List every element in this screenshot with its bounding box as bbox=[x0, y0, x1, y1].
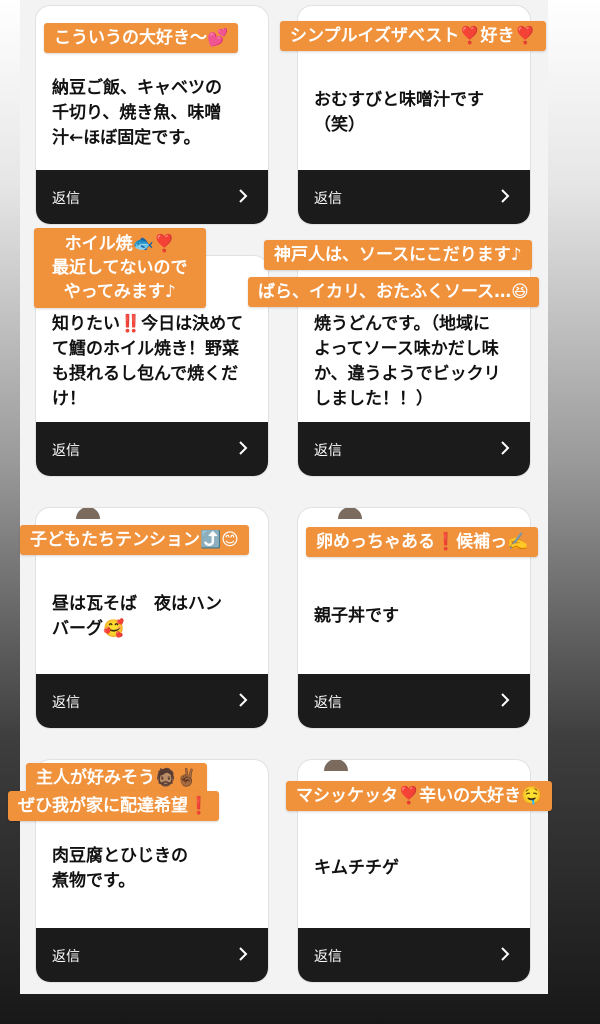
sticker-line: こういうの大好き〜💕 bbox=[54, 28, 229, 48]
avatar bbox=[338, 508, 362, 519]
avatar bbox=[324, 760, 348, 771]
caption-sticker: マシッケッタ❣️辛いの大好き🤤 bbox=[286, 781, 553, 811]
reply-label: 返信 bbox=[52, 949, 80, 965]
reply-bar[interactable]: 返信 bbox=[298, 928, 530, 982]
caption-sticker: ばら、イカリ、おたふくソース…😆 bbox=[248, 277, 539, 307]
reply-bar[interactable]: 返信 bbox=[36, 674, 268, 728]
reply-label: 返信 bbox=[52, 443, 80, 459]
caption-sticker: 神戸人は、ソースにこだります♪ bbox=[264, 240, 532, 270]
sticker-line: 卵めっちゃある❗️候補っ✍️ bbox=[316, 532, 529, 552]
reply-label: 返信 bbox=[314, 443, 342, 459]
story-reply-panel: 納豆ご飯、キャベツの 千切り、焼き魚、味噌 汁←ほぼ固定です。 返信 おむすびと… bbox=[20, 0, 548, 994]
sticker-line: 神戸人は、ソースにこだります♪ bbox=[274, 245, 522, 265]
response-text: キムチチゲ bbox=[314, 858, 399, 878]
avatar bbox=[76, 508, 100, 519]
caption-sticker: 主人が好みそう🧔🏽✌🏾 bbox=[26, 763, 208, 793]
reply-bar[interactable]: 返信 bbox=[36, 422, 268, 476]
response-text: 肉豆腐とひじきの 煮物です。 bbox=[52, 846, 188, 891]
sticker-line: マシッケッタ❣️辛いの大好き🤤 bbox=[296, 786, 543, 806]
sticker-line: シンプルイズザベスト❣️好き❣️ bbox=[290, 26, 536, 46]
caption-sticker: シンプルイズザベスト❣️好き❣️ bbox=[280, 21, 546, 51]
response-text: おむすびと味噌汁です （笑） bbox=[314, 90, 484, 135]
reply-bar[interactable]: 返信 bbox=[298, 422, 530, 476]
response-text: 昼は瓦そば 夜はハン バーグ🥰 bbox=[52, 594, 222, 639]
reply-bar[interactable]: 返信 bbox=[36, 170, 268, 224]
chevron-right-icon bbox=[239, 189, 248, 203]
reply-label: 返信 bbox=[52, 191, 80, 207]
sticker-line: ばら、イカリ、おたふくソース…😆 bbox=[258, 282, 529, 302]
reply-label: 返信 bbox=[314, 949, 342, 965]
sticker-line: 子どもたちテンション⤴️😊 bbox=[30, 530, 239, 550]
caption-sticker: こういうの大好き〜💕 bbox=[44, 23, 239, 53]
response-text: 焼うどんです。（地域に よってソース味かだし味 か、違うようでビックリ しました… bbox=[314, 314, 501, 409]
reply-bar[interactable]: 返信 bbox=[298, 674, 530, 728]
reply-label: 返信 bbox=[52, 695, 80, 711]
sticker-line: やってみます♪ bbox=[63, 282, 176, 302]
chevron-right-icon bbox=[239, 441, 248, 455]
reply-label: 返信 bbox=[314, 191, 342, 207]
response-text: 納豆ご飯、キャベツの 千切り、焼き魚、味噌 汁←ほぼ固定です。 bbox=[52, 78, 222, 148]
sticker-line: 主人が好みそう🧔🏽✌🏾 bbox=[36, 768, 198, 788]
caption-sticker: ホイル焼🐟❣️ 最近してないので やってみます♪ bbox=[34, 228, 206, 308]
reply-label: 返信 bbox=[314, 695, 342, 711]
reply-bar[interactable]: 返信 bbox=[36, 928, 268, 982]
caption-sticker: ぜひ我が家に配達希望❗️ bbox=[8, 791, 220, 821]
caption-sticker: 卵めっちゃある❗️候補っ✍️ bbox=[306, 527, 539, 557]
chevron-right-icon bbox=[501, 189, 510, 203]
sticker-line: ホイル焼🐟❣️ bbox=[64, 234, 175, 254]
sticker-line: ぜひ我が家に配達希望❗️ bbox=[18, 796, 210, 816]
response-text: 親子丼です bbox=[314, 606, 399, 626]
chevron-right-icon bbox=[501, 441, 510, 455]
chevron-right-icon bbox=[239, 947, 248, 961]
sticker-line: 最近してないので bbox=[52, 258, 188, 278]
chevron-right-icon bbox=[239, 693, 248, 707]
chevron-right-icon bbox=[501, 947, 510, 961]
response-text: 知りたい‼️今日は決めて て鱈のホイル焼き！野菜 も摂れるし包んで焼くだ け！ bbox=[52, 314, 244, 409]
caption-sticker: 子どもたちテンション⤴️😊 bbox=[20, 525, 249, 555]
chevron-right-icon bbox=[501, 693, 510, 707]
reply-bar[interactable]: 返信 bbox=[298, 170, 530, 224]
